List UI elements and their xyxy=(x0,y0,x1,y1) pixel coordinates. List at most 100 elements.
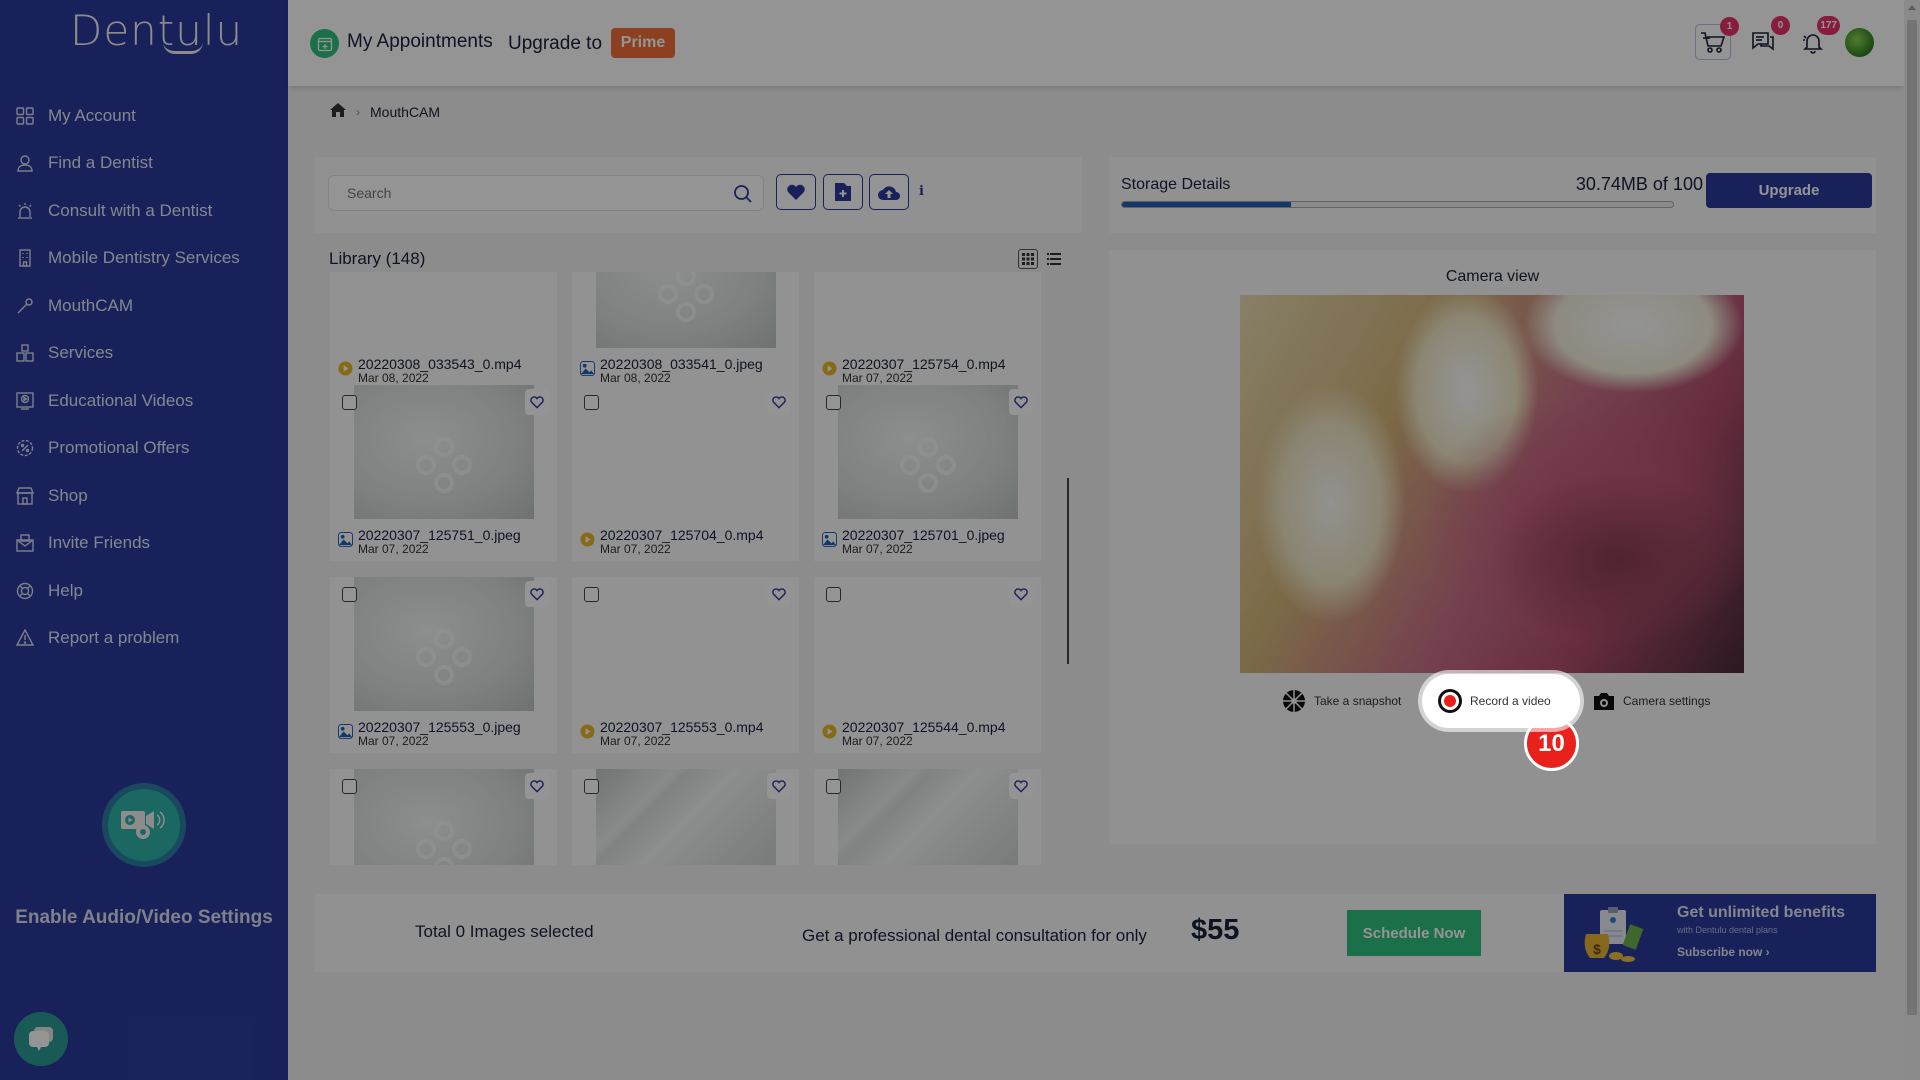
heart-outline-icon xyxy=(772,780,786,793)
subscribe-banner[interactable]: $ Get unlimited benefits with Dentulu de… xyxy=(1564,894,1876,972)
sidebar-item-find-a-dentist[interactable]: Find a Dentist xyxy=(0,140,288,188)
dentulu-logo[interactable]: Dentulu xyxy=(70,6,243,55)
media-thumbnail[interactable] xyxy=(596,272,776,348)
messages-count-badge: 0 xyxy=(1771,16,1790,35)
media-filename[interactable]: 20220307_125701_0.jpeg xyxy=(842,527,1005,543)
favorite-button[interactable] xyxy=(767,773,791,799)
media-thumbnail[interactable] xyxy=(354,577,534,711)
upload-button[interactable] xyxy=(869,174,909,210)
sidebar-item-services[interactable]: Services xyxy=(0,330,288,378)
select-checkbox[interactable] xyxy=(584,587,599,602)
my-appointments-link[interactable]: My Appointments xyxy=(347,31,493,53)
page-scrollbar[interactable] xyxy=(1904,0,1920,1080)
calendar-plus-icon[interactable] xyxy=(310,29,339,58)
prime-button[interactable]: Prime xyxy=(611,28,675,58)
av-settings-button[interactable] xyxy=(102,783,186,867)
media-thumbnail[interactable] xyxy=(838,769,1018,865)
media-filename[interactable]: 20220307_125751_0.jpeg xyxy=(358,527,521,543)
sidebar-item-promotional-offers[interactable]: Promotional Offers xyxy=(0,425,288,473)
media-thumbnail[interactable] xyxy=(596,769,776,865)
media-meta: 20220307_125754_0.mp4 Mar 07, 2022 xyxy=(822,356,1006,384)
select-checkbox[interactable] xyxy=(826,395,841,410)
media-thumbnail[interactable] xyxy=(354,769,534,865)
camera-settings-button[interactable]: Camera settings xyxy=(1593,674,1710,728)
boxes-icon xyxy=(15,343,35,363)
media-card[interactable]: 20220307_125544_0.mp4 Mar 07, 2022 xyxy=(814,577,1041,753)
library-scrollbar[interactable] xyxy=(1067,478,1069,664)
home-icon[interactable] xyxy=(330,103,346,120)
sidebar-item-label: My Account xyxy=(48,105,136,125)
promo-text: Get a professional dental consultation f… xyxy=(802,926,1147,945)
media-card[interactable]: 20220307_125754_0.mp4 Mar 07, 2022 xyxy=(814,272,1041,390)
take-snapshot-button[interactable]: Take a snapshot xyxy=(1282,674,1401,728)
favorite-button[interactable] xyxy=(767,389,791,415)
select-checkbox[interactable] xyxy=(584,395,599,410)
messages-button[interactable]: 0 xyxy=(1745,16,1790,60)
sidebar-item-help[interactable]: Help xyxy=(0,567,288,615)
select-checkbox[interactable] xyxy=(584,779,599,794)
favorite-button[interactable] xyxy=(767,581,791,607)
media-card[interactable]: 20220307_125751_0.jpeg Mar 07, 2022 xyxy=(330,385,557,561)
select-checkbox[interactable] xyxy=(826,779,841,794)
select-checkbox[interactable] xyxy=(342,779,357,794)
media-filename[interactable]: 20220307_125754_0.mp4 xyxy=(842,356,1006,372)
media-filename[interactable]: 20220308_033543_0.mp4 xyxy=(358,356,522,372)
favorites-filter-button[interactable] xyxy=(776,174,816,210)
user-avatar[interactable] xyxy=(1845,27,1874,57)
favorite-button[interactable] xyxy=(1009,581,1033,607)
select-checkbox[interactable] xyxy=(826,587,841,602)
media-filename[interactable]: 20220307_125544_0.mp4 xyxy=(842,719,1006,735)
library-title: Library (148) xyxy=(329,249,426,268)
media-filename[interactable]: 20220307_125704_0.mp4 xyxy=(600,527,764,543)
sidebar-item-invite-friends[interactable]: Invite Friends xyxy=(0,520,288,568)
subscribe-now-link[interactable]: Subscribe now › xyxy=(1677,945,1770,959)
favorite-button[interactable] xyxy=(1009,773,1033,799)
media-card[interactable]: 20220307_125553_0.jpeg Mar 07, 2022 xyxy=(330,577,557,753)
upgrade-button[interactable]: Upgrade xyxy=(1706,173,1872,208)
sidebar-item-consult[interactable]: Consult with a Dentist xyxy=(0,187,288,235)
search-icon[interactable] xyxy=(733,184,753,209)
sidebar-item-mobile-dentistry[interactable]: Mobile Dentistry Services xyxy=(0,235,288,283)
scroll-up-icon[interactable] xyxy=(1908,5,1916,10)
favorite-button[interactable] xyxy=(525,389,549,415)
favorite-button[interactable] xyxy=(525,581,549,607)
media-card[interactable]: 20220308_033541_0.jpeg Mar 08, 2022 xyxy=(572,272,799,390)
grid-view-button[interactable] xyxy=(1018,249,1038,269)
media-card[interactable] xyxy=(330,769,557,865)
media-thumbnail[interactable] xyxy=(838,385,1018,519)
sidebar-item-shop[interactable]: Shop xyxy=(0,472,288,520)
media-card[interactable]: 20220308_033543_0.mp4 Mar 08, 2022 xyxy=(330,272,557,390)
select-checkbox[interactable] xyxy=(342,587,357,602)
cart-button[interactable]: 1 xyxy=(1695,17,1739,60)
record-video-button[interactable]: Record a video xyxy=(1422,674,1580,728)
info-icon[interactable]: i xyxy=(919,184,931,199)
media-thumbnail[interactable] xyxy=(354,385,534,519)
library-toolbar: i xyxy=(315,157,1082,233)
sidebar-item-report-problem[interactable]: Report a problem xyxy=(0,615,288,663)
favorite-button[interactable] xyxy=(1009,389,1033,415)
media-filename[interactable]: 20220307_125553_0.jpeg xyxy=(358,719,521,735)
media-card[interactable] xyxy=(572,769,799,865)
media-filename[interactable]: 20220307_125553_0.mp4 xyxy=(600,719,764,735)
video-file-icon xyxy=(580,532,595,547)
scrollbar-thumb[interactable] xyxy=(1907,20,1917,1015)
list-view-button[interactable] xyxy=(1044,249,1064,269)
sidebar-item-my-account[interactable]: My Account xyxy=(0,92,288,140)
new-folder-button[interactable] xyxy=(823,174,863,210)
chat-button[interactable] xyxy=(14,1012,68,1066)
av-settings-label[interactable]: Enable Audio/Video Settings xyxy=(0,907,288,929)
media-card[interactable] xyxy=(814,769,1041,865)
schedule-now-button[interactable]: Schedule Now xyxy=(1347,910,1481,956)
media-card[interactable]: 20220307_125701_0.jpeg Mar 07, 2022 xyxy=(814,385,1041,561)
camera-view-title: Camera view xyxy=(1445,268,1540,285)
search-input[interactable] xyxy=(329,176,709,210)
select-checkbox[interactable] xyxy=(342,395,357,410)
sidebar-item-mouthcam[interactable]: MouthCAM xyxy=(0,282,288,330)
favorite-button[interactable] xyxy=(525,773,549,799)
media-card[interactable]: 20220307_125704_0.mp4 Mar 07, 2022 xyxy=(572,385,799,561)
cart-icon xyxy=(1701,32,1726,53)
media-card[interactable]: 20220307_125553_0.mp4 Mar 07, 2022 xyxy=(572,577,799,753)
media-filename[interactable]: 20220308_033541_0.jpeg xyxy=(600,356,763,372)
sidebar-item-educational-videos[interactable]: Educational Videos xyxy=(0,377,288,425)
notifications-button[interactable]: 177 xyxy=(1795,16,1840,60)
